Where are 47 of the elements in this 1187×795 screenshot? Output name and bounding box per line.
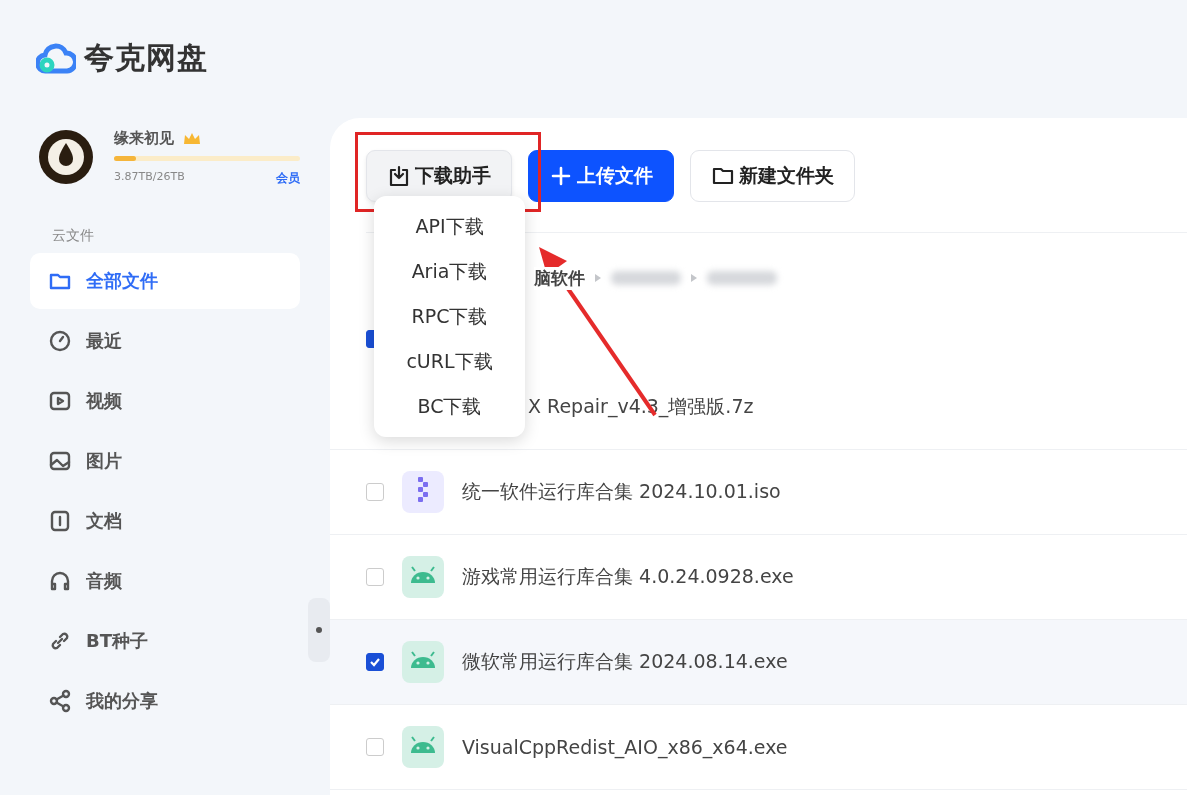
blurred-breadcrumb <box>611 271 681 285</box>
storage-text: 3.87TB/26TB <box>114 170 185 185</box>
document-icon <box>48 509 72 533</box>
file-name[interactable]: 统一软件运行库合集 2024.10.01.iso <box>462 479 781 505</box>
file-name[interactable]: VisualCppRedist_AIO_x86_x64.exe <box>462 736 788 758</box>
sidebar-item[interactable]: 文档 <box>30 493 300 549</box>
user-name: 缘来初见 <box>114 129 174 148</box>
clock-icon <box>48 329 72 353</box>
chevron-icon <box>595 274 601 282</box>
sidebar-item[interactable]: 图片 <box>30 433 300 489</box>
menu-item[interactable]: Aria下载 <box>374 249 525 294</box>
sidebar-item[interactable]: 最近 <box>30 313 300 369</box>
sidebar-item[interactable]: 音频 <box>30 553 300 609</box>
blurred-breadcrumb <box>707 271 777 285</box>
plus-icon <box>549 164 573 188</box>
share-icon <box>48 689 72 713</box>
android-file-icon <box>402 641 444 683</box>
section-label: 云文件 <box>52 227 95 245</box>
menu-item[interactable]: RPC下载 <box>374 294 525 339</box>
file-name[interactable]: 游戏常用运行库合集 4.0.24.0928.exe <box>462 564 794 590</box>
headphones-icon <box>48 569 72 593</box>
checkbox[interactable] <box>366 653 384 671</box>
menu-item[interactable]: API下载 <box>374 204 525 249</box>
play-icon <box>48 389 72 413</box>
sidebar-item[interactable]: BT种子 <box>30 613 300 669</box>
android-file-icon <box>402 556 444 598</box>
sidebar-item[interactable]: 视频 <box>30 373 300 429</box>
menu-item[interactable]: BC下载 <box>374 384 525 429</box>
crown-icon <box>182 131 202 146</box>
image-icon <box>48 449 72 473</box>
cloud-logo-icon <box>36 42 76 75</box>
avatar <box>38 129 94 185</box>
breadcrumb-item[interactable]: 脑软件 <box>534 266 585 290</box>
sidebar-item[interactable]: 我的分享 <box>30 673 300 729</box>
download-helper-button[interactable]: 下载助手 <box>366 150 512 202</box>
sidebar-item[interactable]: 全部文件 <box>30 253 300 309</box>
member-link[interactable]: 会员 <box>276 170 300 187</box>
chevron-icon <box>691 274 697 282</box>
disc-image-file-icon <box>402 471 444 513</box>
file-name[interactable]: 微软常用运行库合集 2024.08.14.exe <box>462 649 788 675</box>
android-file-icon <box>402 726 444 768</box>
upload-button[interactable]: 上传文件 <box>528 150 674 202</box>
new-folder-button[interactable]: 新建文件夹 <box>690 150 855 202</box>
download-icon <box>387 164 411 188</box>
collapse-handle[interactable] <box>308 598 330 662</box>
app-name: 夸克网盘 <box>84 39 208 77</box>
menu-item[interactable]: cURL下载 <box>374 339 525 384</box>
